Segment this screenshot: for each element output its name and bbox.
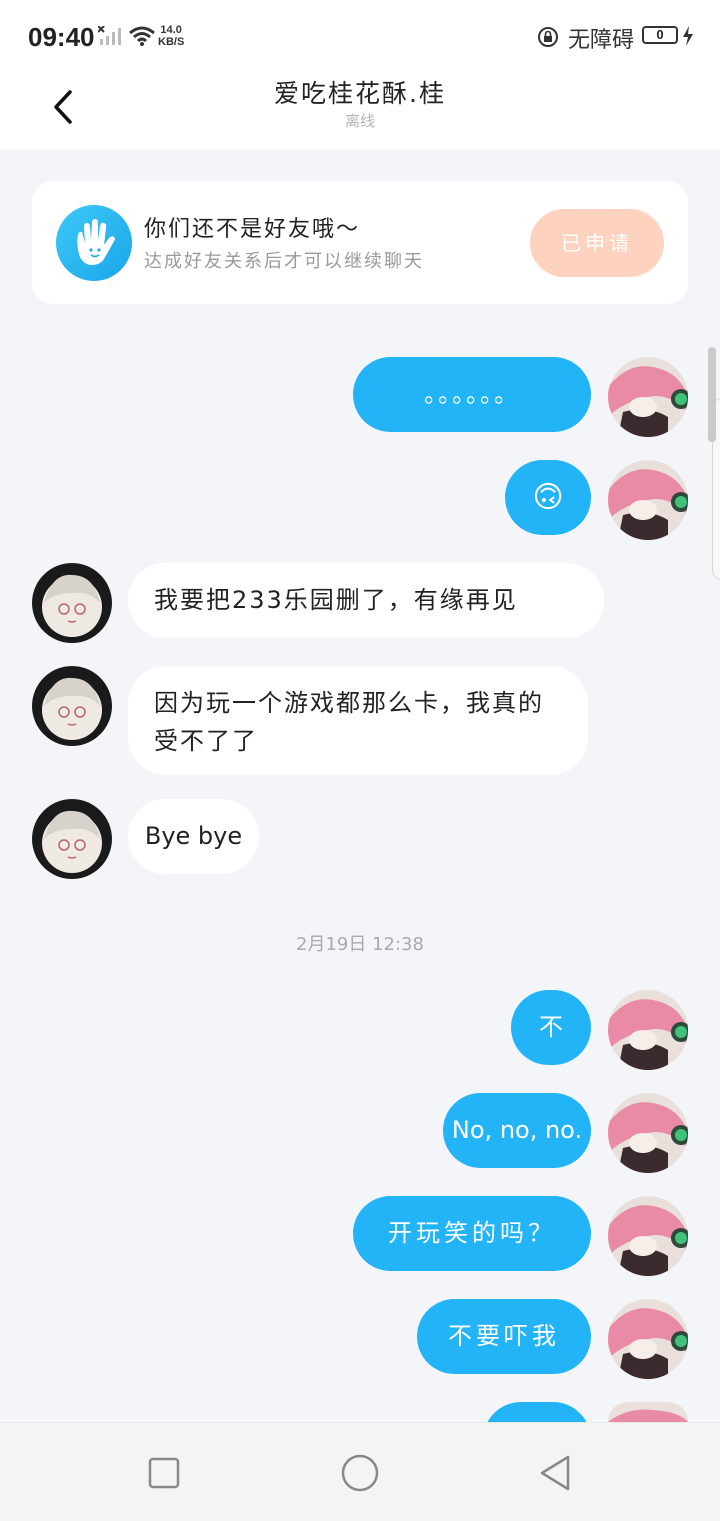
accessibility-label: 无障碍	[568, 28, 635, 53]
status-bar: 09:40 14.0 KB/S 无障碍 0	[0, 0, 720, 72]
message-bubble-incoming[interactable]: 因为玩一个游戏都那么卡，我真的受不了了	[128, 666, 588, 775]
friend-card-title: 你们还不是好友哦～	[144, 217, 361, 242]
message-bubble-outgoing[interactable]: 🙃	[505, 460, 591, 535]
message-bubble-outgoing[interactable]: 开玩笑的吗？	[353, 1196, 591, 1271]
contact-status: 离线	[344, 112, 375, 130]
contact-avatar[interactable]	[32, 666, 112, 746]
message-bubble-outgoing[interactable]: 不要吓我	[417, 1299, 591, 1374]
my-avatar[interactable]	[608, 1402, 688, 1422]
message-bubble-incoming[interactable]: 我要把233乐园删了，有缘再见	[128, 563, 604, 638]
wifi-icon	[129, 26, 155, 46]
my-avatar[interactable]	[608, 1196, 688, 1276]
my-avatar[interactable]	[608, 1093, 688, 1173]
friend-card-subtitle: 达成好友关系后才可以继续聊天	[144, 251, 424, 272]
my-avatar[interactable]	[608, 990, 688, 1070]
charging-bolt-icon	[683, 26, 693, 46]
system-nav-bar	[0, 1422, 720, 1521]
contact-name: 爱吃桂花酥.桂	[274, 79, 446, 108]
battery-icon: 0	[642, 26, 678, 44]
my-avatar[interactable]	[608, 460, 688, 540]
contact-avatar[interactable]	[32, 799, 112, 879]
triangle-back-icon[interactable]	[536, 1453, 576, 1493]
message-bubble-outgoing[interactable]: 不	[511, 990, 591, 1065]
lock-icon	[538, 27, 558, 47]
my-avatar[interactable]	[608, 357, 688, 437]
signal-icon	[98, 26, 121, 45]
hand-wave-icon	[56, 205, 132, 281]
my-avatar[interactable]	[608, 1299, 688, 1379]
message-bubble-outgoing[interactable]: No, no, no.	[443, 1093, 591, 1168]
applied-button[interactable]: 已申请	[530, 209, 664, 277]
circle-icon[interactable]	[338, 1451, 382, 1495]
friend-request-card: 你们还不是好友哦～ 达成好友关系后才可以继续聊天 已申请	[32, 181, 688, 304]
message-timestamp: 2月19日 12:38	[296, 934, 424, 955]
network-speed: 14.0 KB/S	[158, 24, 185, 48]
scrollbar[interactable]	[708, 347, 716, 442]
square-icon[interactable]	[144, 1453, 184, 1493]
message-bubble-incoming[interactable]: Bye bye	[128, 799, 259, 874]
chat-header: 爱吃桂花酥.桂 离线	[0, 72, 720, 149]
status-time: 09:40	[28, 22, 95, 52]
contact-avatar[interactable]	[32, 563, 112, 643]
message-bubble-outgoing[interactable]: 。。。。。。	[353, 357, 591, 432]
